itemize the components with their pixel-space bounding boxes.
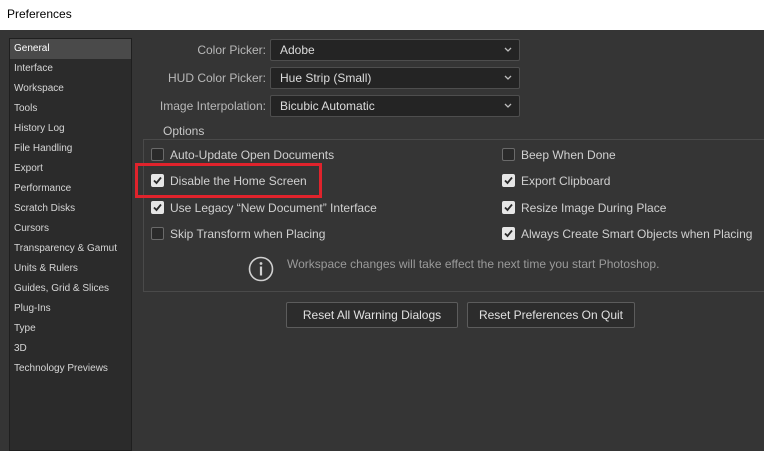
chevron-down-icon	[504, 75, 512, 80]
sidebar-item-export[interactable]: Export	[10, 159, 131, 179]
info-message: Workspace changes will take effect the n…	[287, 257, 660, 271]
checkbox-unchecked[interactable]	[502, 148, 515, 161]
sidebar-item-units-rulers[interactable]: Units & Rulers	[10, 259, 131, 279]
option-label: Export Clipboard	[521, 174, 611, 188]
sidebar-item-technology-previews[interactable]: Technology Previews	[10, 359, 131, 379]
sidebar-item-transparency-gamut[interactable]: Transparency & Gamut	[10, 239, 131, 259]
preferences-sidebar: General Interface Workspace Tools Histor…	[9, 38, 132, 451]
sidebar-item-scratch-disks[interactable]: Scratch Disks	[10, 199, 131, 219]
hud-color-picker-select[interactable]: Hue Strip (Small)	[270, 67, 520, 89]
window-titlebar: Preferences	[0, 0, 764, 30]
image-interpolation-row: Image Interpolation: Bicubic Automatic	[140, 95, 540, 117]
checkmark-icon	[504, 203, 513, 212]
option-label: Skip Transform when Placing	[170, 227, 326, 241]
option-label: Always Create Smart Objects when Placing	[521, 227, 753, 241]
sidebar-item-tools[interactable]: Tools	[10, 99, 131, 119]
checkmark-icon	[153, 203, 162, 212]
checkbox-unchecked[interactable]	[151, 227, 164, 240]
checkbox-checked[interactable]	[502, 201, 515, 214]
option-label: Resize Image During Place	[521, 201, 667, 215]
hud-color-picker-label: HUD Color Picker:	[167, 71, 266, 85]
reset-all-warning-dialogs-button[interactable]: Reset All Warning Dialogs	[286, 302, 458, 328]
checkbox-checked[interactable]	[502, 174, 515, 187]
sidebar-item-workspace[interactable]: Workspace	[10, 79, 131, 99]
sidebar-item-history-log[interactable]: History Log	[10, 119, 131, 139]
sidebar-item-3d[interactable]: 3D	[10, 339, 131, 359]
checkbox-checked[interactable]	[151, 201, 164, 214]
image-interpolation-select[interactable]: Bicubic Automatic	[270, 95, 520, 117]
color-picker-select[interactable]: Adobe	[270, 39, 520, 61]
sidebar-item-plug-ins[interactable]: Plug-Ins	[10, 299, 131, 319]
checkbox-unchecked[interactable]	[151, 148, 164, 161]
hud-color-picker-row: HUD Color Picker: Hue Strip (Small)	[140, 67, 540, 89]
chevron-down-icon	[504, 47, 512, 52]
preferences-content: General Interface Workspace Tools Histor…	[0, 30, 764, 451]
option-label: Auto-Update Open Documents	[170, 148, 335, 162]
sidebar-item-interface[interactable]: Interface	[10, 59, 131, 79]
window-title: Preferences	[7, 7, 72, 21]
option-label: Use Legacy “New Document” Interface	[170, 201, 377, 215]
checkbox-checked[interactable]	[502, 227, 515, 240]
sidebar-item-file-handling[interactable]: File Handling	[10, 139, 131, 159]
image-interpolation-label: Image Interpolation:	[159, 99, 266, 113]
highlight-annotation	[135, 163, 322, 198]
option-label: Beep When Done	[521, 148, 616, 162]
sidebar-item-cursors[interactable]: Cursors	[10, 219, 131, 239]
sidebar-item-guides-grid-slices[interactable]: Guides, Grid & Slices	[10, 279, 131, 299]
workspace-info: Workspace changes will take effect the n…	[248, 256, 764, 282]
sidebar-item-general[interactable]: General	[10, 39, 131, 59]
hud-color-picker-value: Hue Strip (Small)	[280, 71, 372, 85]
info-icon	[248, 256, 274, 282]
checkmark-icon	[504, 176, 513, 185]
image-interpolation-value: Bicubic Automatic	[280, 99, 375, 113]
sidebar-item-type[interactable]: Type	[10, 319, 131, 339]
sidebar-item-performance[interactable]: Performance	[10, 179, 131, 199]
general-panel: Color Picker: Adobe HUD Color Picker: Hu…	[135, 30, 764, 451]
chevron-down-icon	[504, 103, 512, 108]
color-picker-label: Color Picker:	[197, 43, 266, 57]
reset-preferences-on-quit-button[interactable]: Reset Preferences On Quit	[467, 302, 635, 328]
options-group-title: Options	[158, 124, 210, 138]
checkmark-icon	[504, 229, 513, 238]
color-picker-value: Adobe	[280, 43, 315, 57]
color-picker-row: Color Picker: Adobe	[140, 39, 540, 61]
